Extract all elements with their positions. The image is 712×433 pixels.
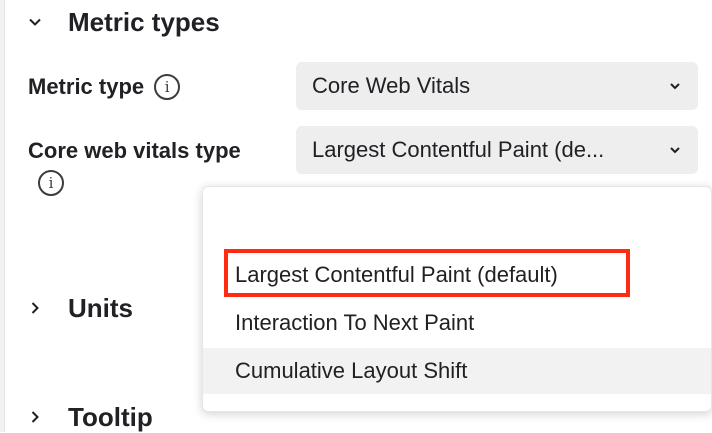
metric-type-label-row: Metric type i <box>28 72 181 102</box>
dropdown-option-cumulative-layout-shift[interactable]: Cumulative Layout Shift <box>203 348 711 394</box>
chevron-right-icon <box>31 411 39 423</box>
section-tooltip-title: Tooltip <box>68 401 153 432</box>
dropdown-option-largest-contentful-paint[interactable]: Largest Contentful Paint (default) <box>203 252 711 298</box>
core-web-vitals-type-label-row: Core web vitals type <box>28 136 241 166</box>
section-units-title: Units <box>68 292 133 323</box>
section-metric-types-title: Metric types <box>68 6 220 37</box>
section-tooltip-header[interactable]: Tooltip <box>28 401 153 433</box>
dropdown-option-label: Cumulative Layout Shift <box>235 358 468 383</box>
metric-type-label: Metric type <box>28 74 145 99</box>
chevron-down-icon <box>29 18 41 26</box>
core-web-vitals-type-dropdown: Largest Contentful Paint (default) Inter… <box>202 186 712 412</box>
core-web-vitals-type-label: Core web vitals type <box>28 138 241 163</box>
dropdown-option-label: Interaction To Next Paint <box>235 310 475 335</box>
chevron-down-icon <box>670 83 680 90</box>
core-web-vitals-type-select[interactable]: Largest Contentful Paint (de... <box>296 126 698 174</box>
core-web-vitals-type-select-value: Largest Contentful Paint (de... <box>312 137 605 162</box>
metric-type-select-value: Core Web Vitals <box>312 73 471 98</box>
section-units-header[interactable]: Units <box>28 292 133 324</box>
section-metric-types-header[interactable]: Metric types <box>28 6 220 38</box>
info-icon[interactable]: i <box>38 170 64 196</box>
dropdown-option-interaction-to-next-paint[interactable]: Interaction To Next Paint <box>203 300 711 346</box>
chevron-down-icon <box>670 147 680 154</box>
metric-type-select[interactable]: Core Web Vitals <box>296 62 698 110</box>
panel-left-border <box>0 0 5 432</box>
dropdown-option-label: Largest Contentful Paint (default) <box>235 262 558 287</box>
info-icon[interactable]: i <box>154 74 181 100</box>
chevron-right-icon <box>31 302 39 314</box>
